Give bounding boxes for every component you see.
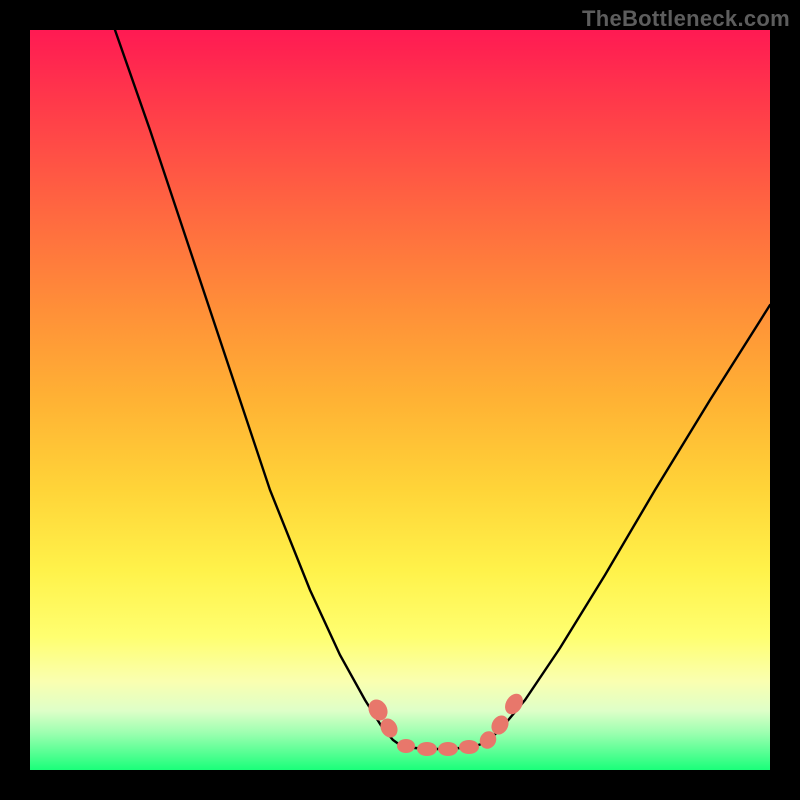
curve-marker	[438, 742, 458, 756]
curve-left	[115, 30, 400, 745]
chart-area	[30, 30, 770, 770]
curve-marker	[459, 740, 479, 754]
watermark-text: TheBottleneck.com	[582, 6, 790, 32]
chart-svg	[30, 30, 770, 770]
curve-right	[485, 305, 770, 743]
curve-marker	[397, 739, 415, 753]
marker-group	[365, 690, 527, 756]
curve-marker	[417, 742, 437, 756]
